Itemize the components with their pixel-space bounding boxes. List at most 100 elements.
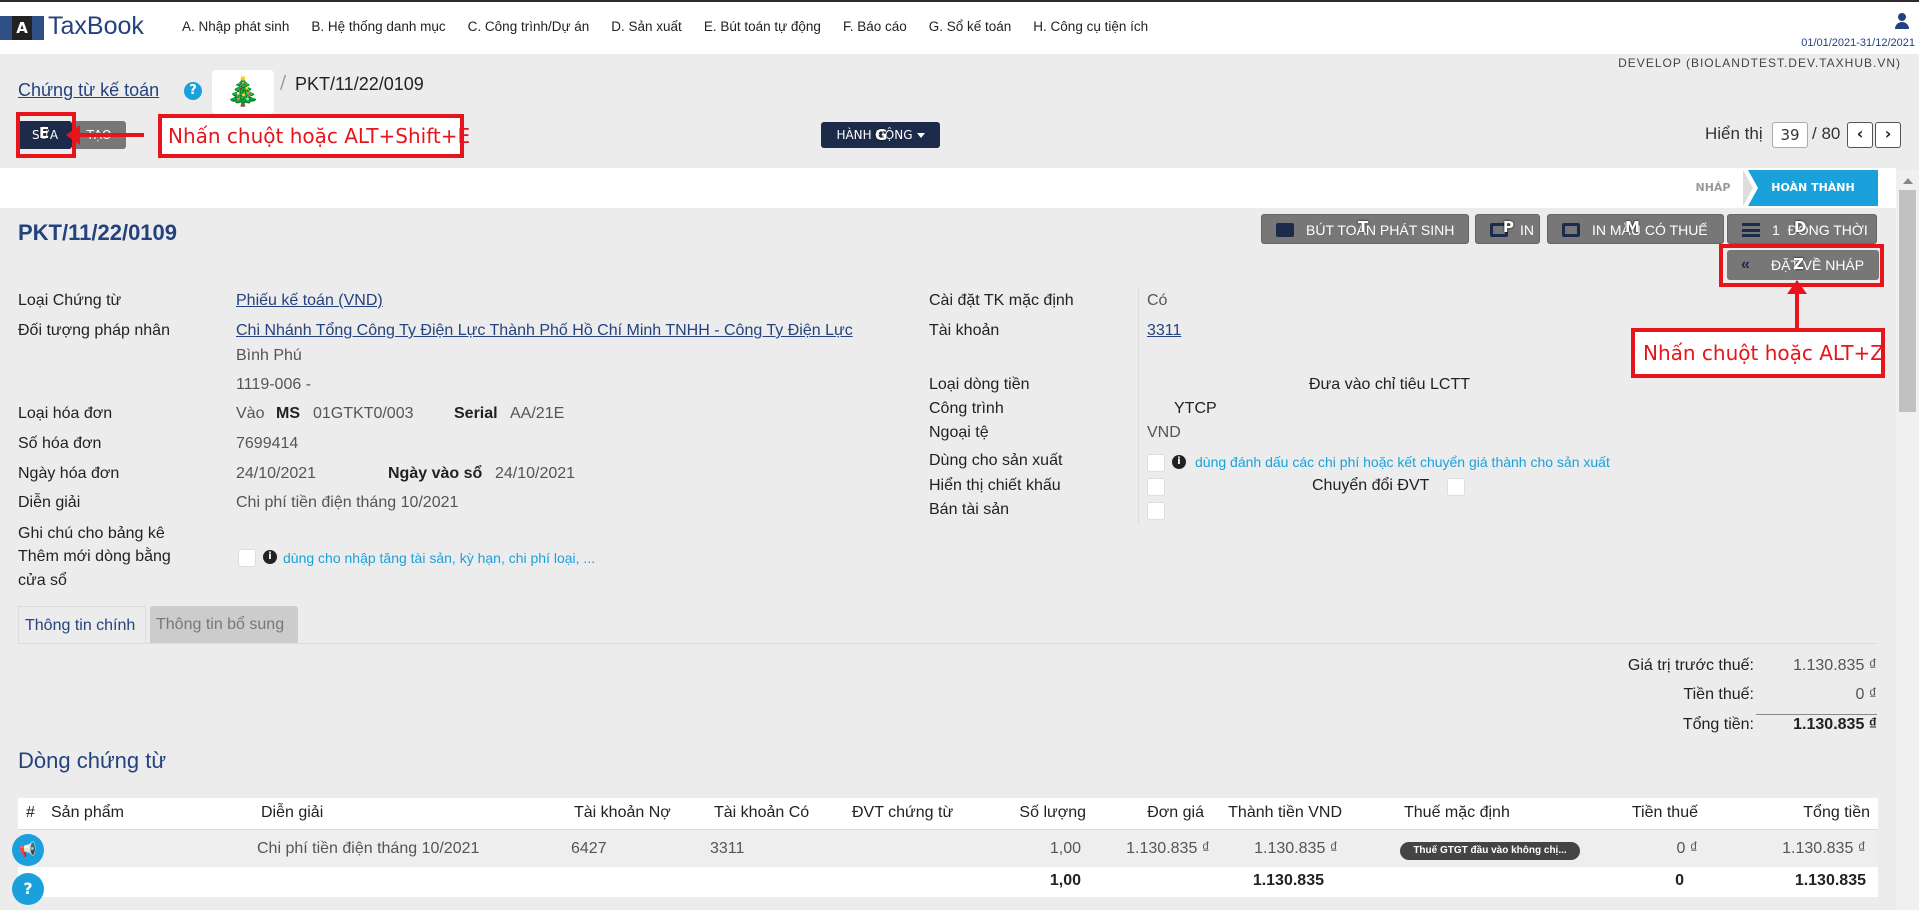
- print-button[interactable]: IN: [1475, 214, 1540, 244]
- menu-item-san-xuat[interactable]: D. Sản xuất: [611, 19, 682, 34]
- description-value: Chi phí tiền điện tháng 10/2021: [236, 494, 459, 511]
- lines-title: Dòng chứng từ: [18, 748, 167, 773]
- info-icon: i: [1172, 455, 1186, 469]
- ms-value: 01GTKT0/003: [313, 405, 414, 422]
- unit-convert-checkbox[interactable]: [1447, 478, 1465, 496]
- invoice-date-label: Ngày hóa đơn: [18, 465, 120, 482]
- col-credit[interactable]: Tài khoản Có: [714, 804, 809, 822]
- production-hint: dùng đánh dấu các chi phí hoặc kết chuyể…: [1195, 454, 1610, 470]
- tax-default-badge[interactable]: Thuế GTGT đầu vào không chị...: [1400, 842, 1580, 860]
- app-logo-text[interactable]: TaxBook: [48, 12, 144, 41]
- simultaneous-label: ĐỒNG THỜI: [1787, 222, 1868, 238]
- col-index: #: [26, 804, 35, 821]
- row-quantity[interactable]: 1,00: [988, 840, 1081, 858]
- row-total[interactable]: 1.130.835 ₫: [1718, 840, 1866, 858]
- invoice-no-value: 7699414: [236, 435, 299, 452]
- menu-item-but-toan-tu-dong[interactable]: E. Bút toán tự động: [704, 19, 821, 34]
- simultaneous-button[interactable]: 1 ĐỒNG THỜI: [1727, 214, 1877, 244]
- table-header: # Sản phẩm Diễn giải Tài khoản Nợ Tài kh…: [18, 798, 1878, 830]
- col-product[interactable]: Sản phẩm: [51, 804, 124, 822]
- pager-current-input[interactable]: 39: [1772, 122, 1808, 148]
- menu-item-so-ke-toan[interactable]: G. Sổ kế toán: [929, 19, 1012, 34]
- pretax-value: 1.130.835 ₫: [1793, 657, 1877, 674]
- production-checkbox[interactable]: [1147, 454, 1165, 472]
- total-label: Tổng tiền:: [1682, 716, 1754, 733]
- action-dropdown-label: HÀNH ĐỘNG: [836, 128, 913, 142]
- book-date-label: Ngày vào sổ: [388, 465, 483, 482]
- discount-checkbox[interactable]: [1147, 478, 1165, 496]
- asset-sale-checkbox[interactable]: [1147, 502, 1165, 520]
- entity-link[interactable]: Chi Nhánh Tổng Công Ty Điện Lực Thành Ph…: [236, 322, 853, 340]
- table-row[interactable]: Chi phí tiền điện tháng 10/2021 6427 331…: [18, 831, 1878, 867]
- row-description[interactable]: Chi phí tiền điện tháng 10/2021: [257, 840, 479, 858]
- menu-item-cong-cu[interactable]: H. Công cụ tiện ích: [1033, 19, 1148, 34]
- menu-item-bao-cao[interactable]: F. Báo cáo: [843, 19, 907, 34]
- app-logo-icon[interactable]: A: [0, 16, 44, 40]
- printer-icon: [1490, 223, 1508, 237]
- help-fab-icon[interactable]: ?: [12, 873, 44, 905]
- form-divider: [1138, 288, 1139, 524]
- row-price[interactable]: 1.130.835 ₫: [1088, 840, 1210, 858]
- sum-tax: 0: [1675, 872, 1684, 889]
- col-total[interactable]: Tổng tiền: [1718, 804, 1870, 822]
- caret-down-icon: [916, 133, 925, 138]
- col-description[interactable]: Diễn giải: [261, 804, 323, 822]
- col-tax-default[interactable]: Thuế mặc định: [1404, 804, 1510, 822]
- tab-extra-info[interactable]: Thông tin bổ sung: [150, 606, 298, 644]
- status-draft[interactable]: NHÁP: [1683, 170, 1743, 206]
- add-line-checkbox[interactable]: [238, 549, 256, 567]
- doc-type-link[interactable]: Phiếu kế toán (VND): [236, 292, 383, 310]
- scroll-up-icon[interactable]: [1903, 178, 1913, 184]
- user-icon[interactable]: [1895, 13, 1909, 29]
- row-debit[interactable]: 6427: [571, 840, 607, 858]
- menu-item-cong-trinh[interactable]: C. Công trình/Dự án: [468, 19, 590, 34]
- sum-total: 1.130.835: [1794, 872, 1866, 889]
- pager-total: / 80: [1812, 124, 1841, 143]
- sum-quantity: 1,00: [1049, 872, 1081, 889]
- col-debit[interactable]: Tài khoản Nợ: [574, 804, 671, 822]
- megaphone-icon[interactable]: 📢: [12, 834, 44, 866]
- ms-label: MS: [276, 405, 300, 422]
- row-amount[interactable]: 1.130.835 ₫: [1208, 840, 1338, 858]
- entity-link-cont: Bình Phú: [236, 347, 302, 364]
- account-link[interactable]: 3311: [1147, 322, 1181, 340]
- serial-label: Serial: [454, 405, 498, 422]
- currency-label: Ngoại tệ: [929, 424, 989, 441]
- print-tax-button[interactable]: IN MẪU CÓ THUẾ: [1547, 214, 1724, 244]
- invoice-no-label: Số hóa đơn: [18, 435, 102, 452]
- menu-item-nhap-phat-sinh[interactable]: A. Nhập phát sinh: [182, 19, 289, 34]
- col-price[interactable]: Đơn giá: [1088, 804, 1204, 822]
- discount-label: Hiển thị chiết khấu: [929, 477, 1061, 494]
- currency-value: VND: [1147, 424, 1181, 441]
- pager-next-button[interactable]: ›: [1875, 122, 1901, 148]
- help-icon[interactable]: ?: [184, 82, 202, 100]
- fiscal-period[interactable]: 01/01/2021-31/12/2021: [1801, 37, 1915, 49]
- post-entries-button[interactable]: BÚT TOÁN PHÁT SINH: [1261, 214, 1469, 244]
- pager-label: Hiển thị: [1705, 124, 1763, 143]
- status-bar: [0, 168, 1896, 208]
- environment-label: DEVELOP (BIOLANDTEST.DEV.TAXHUB.VN): [1618, 56, 1901, 70]
- breadcrumb-parent-link[interactable]: Chứng từ kế toán: [18, 80, 159, 101]
- top-navbar: A TaxBook A. Nhập phát sinh B. Hệ thống …: [0, 0, 1919, 54]
- row-credit[interactable]: 3311: [710, 840, 744, 858]
- edit-shortcut-callout: Nhấn chuột hoặc ALT+Shift+E: [158, 114, 470, 158]
- sum-amount: 1.130.835: [1252, 872, 1324, 889]
- action-dropdown-button[interactable]: HÀNH ĐỘNG: [821, 122, 940, 148]
- left-arrow-icon: [66, 125, 144, 145]
- tab-main-info[interactable]: Thông tin chính: [18, 606, 146, 644]
- col-tax[interactable]: Tiền thuế: [1578, 804, 1698, 822]
- col-unit[interactable]: ĐVT chứng từ: [852, 804, 953, 822]
- col-quantity[interactable]: Số lượng: [988, 804, 1086, 822]
- book-date-value: 24/10/2021: [495, 465, 576, 482]
- note-label: Ghi chú cho bảng kê: [18, 525, 165, 542]
- default-account-label: Cài đặt TK mặc định: [929, 292, 1074, 309]
- scrollbar-thumb[interactable]: [1899, 190, 1916, 412]
- row-tax[interactable]: 0 ₫: [1578, 840, 1698, 858]
- tab-divider: [18, 643, 1878, 644]
- breadcrumb-separator: /: [280, 72, 287, 93]
- pager-prev-button[interactable]: ‹: [1847, 122, 1873, 148]
- status-done[interactable]: HOÀN THÀNH: [1748, 170, 1878, 206]
- info-icon: i: [263, 550, 277, 564]
- menu-item-he-thong-danh-muc[interactable]: B. Hệ thống danh mục: [311, 19, 445, 34]
- col-amount[interactable]: Thành tiền VND: [1208, 804, 1342, 822]
